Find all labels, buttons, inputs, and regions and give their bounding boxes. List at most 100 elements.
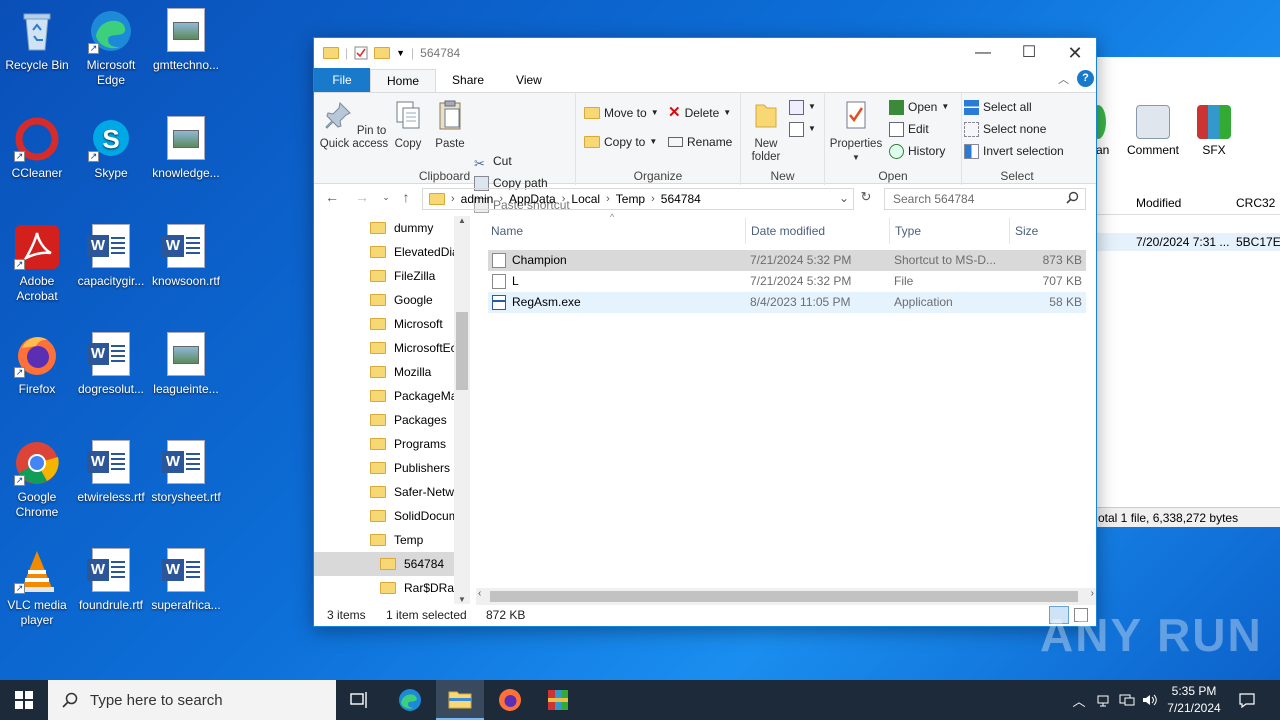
breadcrumb-local[interactable]: Local	[571, 192, 600, 206]
desktop-icon-vlc[interactable]: ↗ VLC media player	[0, 548, 74, 628]
nav-item-packages[interactable]: Packages	[314, 408, 470, 432]
nav-item-publishers[interactable]: Publishers	[314, 456, 470, 480]
archive-row[interactable]: 7/20/2024 7:31 ... 5BC17EE	[1096, 233, 1280, 251]
desktop-icon-superafrica[interactable]: W superafrica...	[149, 548, 223, 613]
edit-button[interactable]: Edit	[889, 119, 929, 139]
open-button[interactable]: Open ▼	[889, 97, 949, 117]
recent-locations-chevron-icon[interactable]: ⌄	[376, 192, 396, 203]
desktop-icon-storysheet[interactable]: W storysheet.rtf	[149, 440, 223, 505]
nav-item-soliddocuments[interactable]: SolidDocum	[314, 504, 470, 528]
search-input[interactable]: Search 564784	[884, 188, 1086, 210]
easy-access-button[interactable]: ▼	[789, 119, 816, 139]
paste-button[interactable]: Paste	[430, 99, 470, 151]
network-tray-icon[interactable]	[1094, 680, 1112, 720]
desktop-icon-adobe-acrobat[interactable]: ↗ Adobe Acrobat	[0, 224, 74, 304]
forward-arrow-icon[interactable]: →	[352, 189, 372, 205]
column-size[interactable]: Size	[1010, 218, 1088, 244]
desktop-icon-knowledge[interactable]: knowledge...	[149, 116, 223, 181]
up-arrow-icon[interactable]: ↑	[396, 189, 416, 205]
column-name[interactable]: Name	[486, 218, 746, 244]
minimize-button[interactable]: —	[960, 38, 1006, 68]
desktop-icon-microsoft-edge[interactable]: ↗ Microsoft Edge	[74, 8, 148, 88]
new-folder-quick-icon[interactable]	[374, 47, 391, 59]
tab-file[interactable]: File	[314, 68, 370, 92]
comment-button[interactable]: Comment	[1126, 105, 1180, 157]
scroll-up-arrow-icon[interactable]: ▲	[458, 216, 466, 225]
horizontal-scrollbar[interactable]: ‹ ›	[476, 588, 1096, 605]
address-bar[interactable]: › admin › AppData › Local › Temp › 56478…	[422, 188, 854, 210]
desktop-icon-capacitygir[interactable]: W capacitygir...	[74, 224, 148, 289]
notifications-icon[interactable]	[1234, 680, 1260, 720]
desktop-icon-recycle-bin[interactable]: Recycle Bin	[0, 8, 74, 73]
nav-item-elevateddia[interactable]: ElevatedDia	[314, 240, 470, 264]
show-hidden-icons-chevron-icon[interactable]: ︿	[1070, 680, 1088, 720]
nav-item-google[interactable]: Google	[314, 288, 470, 312]
address-dropdown-chevron-icon[interactable]: ⌄	[839, 191, 849, 205]
taskbar-winrar[interactable]	[534, 680, 582, 720]
column-type[interactable]: Type	[890, 218, 1010, 244]
tab-share[interactable]: Share	[436, 69, 500, 92]
file-row-l[interactable]: L 7/21/2024 5:32 PM File 707 KB	[488, 271, 1086, 292]
invert-selection-button[interactable]: Invert selection	[964, 141, 1064, 161]
column-date-modified[interactable]: Date modified	[746, 218, 890, 244]
back-arrow-icon[interactable]: ←	[322, 189, 342, 205]
select-all-button[interactable]: Select all	[964, 97, 1032, 117]
new-folder-button[interactable]: New folder	[745, 99, 787, 164]
nav-item-temp[interactable]: Temp	[314, 528, 470, 552]
column-crc32[interactable]: CRC32	[1236, 196, 1275, 210]
nav-item-microsoftec[interactable]: MicrosoftEc	[314, 336, 470, 360]
close-button[interactable]: ✕	[1052, 38, 1098, 68]
customize-dropdown-icon[interactable]: ▼	[396, 48, 405, 58]
desktop-icon-ccleaner[interactable]: ↗ CCleaner	[0, 116, 74, 181]
tab-view[interactable]: View	[500, 69, 558, 92]
move-to-button[interactable]: Move to ▼	[584, 103, 659, 123]
taskbar-file-explorer[interactable]	[436, 680, 484, 720]
breadcrumb-appdata[interactable]: AppData	[509, 192, 556, 206]
desktop-icon-firefox[interactable]: ↗ Firefox	[0, 332, 74, 397]
taskbar-firefox[interactable]	[486, 680, 534, 720]
breadcrumb-564784[interactable]: 564784	[661, 192, 701, 206]
new-item-button[interactable]: ▼	[789, 97, 816, 117]
collapse-ribbon-icon[interactable]: ︿	[1058, 71, 1069, 87]
help-icon[interactable]: ?	[1077, 70, 1094, 87]
rename-button[interactable]: Rename	[668, 132, 732, 152]
desktop-icon-dogresolut[interactable]: W dogresolut...	[74, 332, 148, 397]
nav-item-564784[interactable]: 564784	[314, 552, 470, 576]
maximize-button[interactable]: ☐	[1006, 38, 1052, 68]
cut-button[interactable]: ✂ Cut	[474, 151, 512, 171]
copy-button[interactable]: Copy	[388, 99, 428, 151]
history-button[interactable]: History	[889, 141, 945, 161]
nav-item-programs[interactable]: Programs	[314, 432, 470, 456]
task-view-button[interactable]	[336, 680, 384, 720]
scroll-down-arrow-icon[interactable]: ▼	[458, 595, 466, 604]
taskbar-search-box[interactable]: Type here to search	[48, 680, 336, 720]
select-none-button[interactable]: Select none	[964, 119, 1046, 139]
scroll-left-arrow-icon[interactable]: ‹	[478, 588, 481, 599]
display-tray-icon[interactable]	[1116, 680, 1138, 720]
title-bar[interactable]: | ▼ | 564784 — ☐ ✕	[314, 38, 1096, 68]
nav-item-mozilla[interactable]: Mozilla	[314, 360, 470, 384]
file-row-champion[interactable]: Champion 7/21/2024 5:32 PM Shortcut to M…	[488, 250, 1086, 271]
desktop-icon-gmttechno[interactable]: gmttechno...	[149, 8, 223, 73]
scrollbar-thumb[interactable]	[456, 312, 468, 390]
desktop-icon-knowsoon[interactable]: W knowsoon.rtf	[149, 224, 223, 289]
nav-item-safer-networking[interactable]: Safer-Netwo	[314, 480, 470, 504]
scroll-right-arrow-icon[interactable]: ›	[1091, 588, 1094, 599]
nav-item-microsoft[interactable]: Microsoft	[314, 312, 470, 336]
delete-button[interactable]: ✕ Delete ▼	[668, 103, 731, 123]
refresh-icon[interactable]: ↻	[856, 189, 876, 205]
taskbar-edge[interactable]	[386, 680, 434, 720]
desktop-icon-skype[interactable]: S ↗ Skype	[74, 116, 148, 181]
desktop-icon-foundrule[interactable]: W foundrule.rtf	[74, 548, 148, 613]
breadcrumb-admin[interactable]: admin	[461, 192, 494, 206]
properties-button[interactable]: Properties ▼	[827, 99, 885, 164]
volume-icon[interactable]	[1140, 680, 1160, 720]
sfx-button[interactable]: SFX	[1190, 105, 1238, 157]
breadcrumb-temp[interactable]: Temp	[616, 192, 645, 206]
file-row-regasm[interactable]: RegAsm.exe 8/4/2023 11:05 PM Application…	[488, 292, 1086, 313]
column-modified[interactable]: Modified	[1136, 196, 1181, 210]
nav-item-rar-dra64[interactable]: Rar$DRa64	[314, 576, 470, 600]
system-clock[interactable]: 5:35 PM 7/21/2024	[1158, 683, 1230, 717]
start-button[interactable]	[0, 680, 48, 720]
properties-check-icon[interactable]	[354, 46, 368, 60]
